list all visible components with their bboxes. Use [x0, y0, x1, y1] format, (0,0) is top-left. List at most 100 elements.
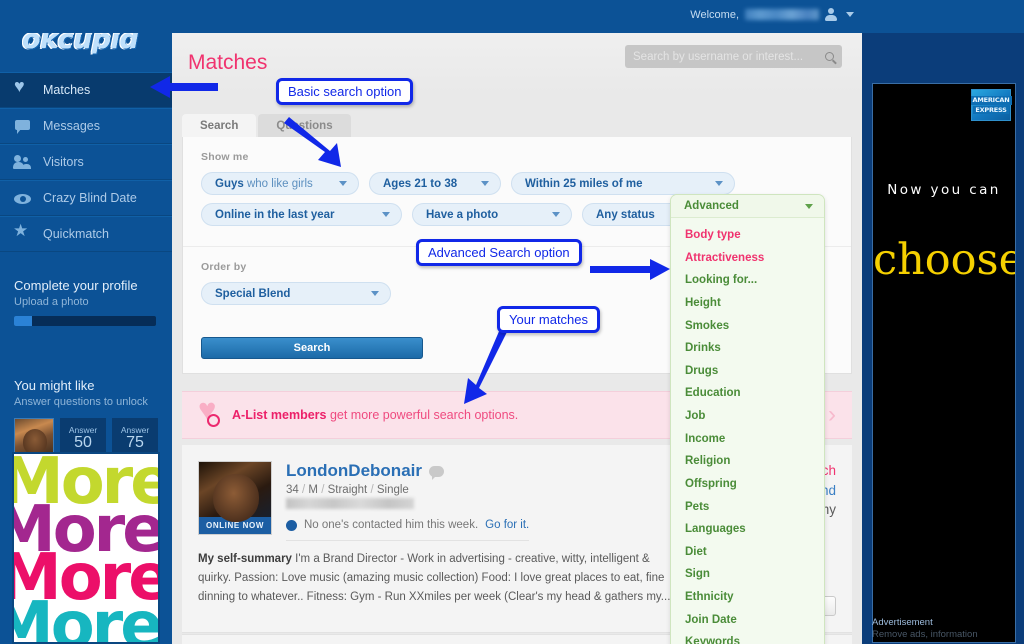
go-for-it-link[interactable]: Go for it.: [485, 519, 529, 531]
callout-advanced-search: Advanced Search option: [416, 239, 582, 266]
self-summary-label: My self-summary: [198, 553, 292, 565]
advanced-item-keywords[interactable]: Keywords: [671, 631, 824, 644]
match-result-identity: LondonDebonair 34 / M / Straight / Singl…: [286, 461, 530, 541]
complete-profile-subtitle[interactable]: Upload a photo: [14, 296, 158, 308]
complete-profile-block: Complete your profile Upload a photo: [0, 262, 172, 326]
chevron-down-icon: [382, 212, 390, 217]
profile-progress-fill: [14, 316, 33, 326]
you-might-like-subtitle: Answer questions to unlock: [14, 396, 148, 408]
user-avatar-icon[interactable]: [825, 8, 837, 21]
search-input[interactable]: [633, 50, 821, 63]
sidebar-nav: Matches Messages Visitors Crazy Blind Da…: [0, 72, 172, 252]
filter-gender[interactable]: Guys who like girls: [201, 172, 359, 195]
complete-profile-title: Complete your profile: [14, 278, 138, 293]
chevron-down-icon: [552, 212, 560, 217]
filter-strong: Ages 21 to 38: [383, 177, 458, 190]
search-button[interactable]: Search: [201, 337, 423, 359]
chat-bubble-icon: [14, 118, 32, 134]
online-now-badge: ONLINE NOW: [199, 517, 271, 534]
advanced-item-diet[interactable]: Diet: [671, 541, 824, 564]
alist-rest: get more powerful search options.: [326, 408, 519, 422]
left-sidebar: okcupid Matches Messages Visitors Crazy …: [0, 0, 172, 644]
advanced-item-join-date[interactable]: Join Date: [671, 609, 824, 632]
global-search-box[interactable]: [625, 45, 842, 68]
sidebar-item-matches[interactable]: Matches: [0, 72, 172, 108]
filter-strong: Within 25 miles of me: [525, 177, 643, 190]
advertisement-caption: Advertisement Remove ads, information: [872, 617, 978, 641]
advanced-item-looking-for[interactable]: Looking for...: [671, 269, 824, 292]
advanced-item-education[interactable]: Education: [671, 382, 824, 405]
order-by-select[interactable]: Special Blend: [201, 282, 391, 305]
profile-photo[interactable]: ONLINE NOW: [198, 461, 272, 535]
chevron-down-icon: [481, 181, 489, 186]
advanced-dropdown-list: Body type Attractiveness Looking for... …: [671, 218, 824, 644]
sidebar-item-quickmatch[interactable]: Quickmatch: [0, 216, 172, 252]
alist-strong: A-List members: [232, 408, 327, 422]
advanced-item-smokes[interactable]: Smokes: [671, 315, 824, 338]
sidebar-item-label: Quickmatch: [43, 227, 109, 241]
tab-bar: Search Questions: [182, 114, 351, 139]
advanced-item-height[interactable]: Height: [671, 292, 824, 315]
promo-line-4: More: [14, 589, 160, 644]
sidebar-promo-image[interactable]: More More More More: [12, 452, 160, 644]
filter-strong: Online in the last year: [215, 208, 335, 221]
profile-username: LondonDebonair: [286, 461, 422, 480]
advanced-item-languages[interactable]: Languages: [671, 518, 824, 541]
eye-icon: [14, 190, 32, 206]
tab-label: Questions: [276, 120, 333, 132]
tab-label: Search: [200, 120, 239, 132]
advanced-item-ethnicity[interactable]: Ethnicity: [671, 586, 824, 609]
filter-strong: Any status: [596, 208, 655, 221]
sidebar-item-messages[interactable]: Messages: [0, 108, 172, 144]
show-me-label: Show me: [201, 151, 249, 163]
advanced-dropdown-header[interactable]: Advanced: [671, 195, 824, 218]
tab-questions[interactable]: Questions: [258, 114, 351, 139]
tab-search[interactable]: Search: [182, 114, 257, 139]
filter-age[interactable]: Ages 21 to 38: [369, 172, 501, 195]
people-icon: [13, 154, 32, 170]
chevron-down-icon: [371, 291, 379, 296]
advanced-item-sign[interactable]: Sign: [671, 563, 824, 586]
profile-age: 34: [286, 484, 299, 496]
sidebar-item-label: Visitors: [43, 155, 84, 169]
advanced-item-income[interactable]: Income: [671, 428, 824, 451]
user-menu[interactable]: Welcome,: [690, 8, 854, 21]
search-button-label: Search: [293, 342, 331, 354]
profile-orientation: Straight: [327, 484, 368, 496]
chevron-down-icon[interactable]: [846, 12, 854, 17]
profile-location-redacted: [286, 498, 414, 509]
search-icon[interactable]: [825, 52, 834, 61]
filter-last-online[interactable]: Online in the last year: [201, 203, 402, 226]
advanced-item-body-type[interactable]: Body type: [671, 224, 824, 247]
profile-meta: 34 / M / Straight / Single: [286, 484, 409, 496]
ad-rail: AMERICAN EXPRESS Now you can choose Adve…: [862, 33, 1024, 644]
username-redacted: [745, 9, 819, 20]
advanced-item-religion[interactable]: Religion: [671, 450, 824, 473]
profile-gender: M: [308, 484, 318, 496]
advertisement-label: Advertisement: [872, 617, 933, 629]
you-might-like-block: You might like Answer questions to unloc…: [0, 362, 172, 458]
chevron-down-icon: [805, 203, 813, 209]
order-by-value: Special Blend: [215, 287, 291, 300]
chevron-right-icon[interactable]: ›: [828, 403, 836, 427]
advanced-item-drinks[interactable]: Drinks: [671, 337, 824, 360]
advanced-item-drugs[interactable]: Drugs: [671, 360, 824, 383]
advertisement-sublabel[interactable]: Remove ads, information: [872, 629, 978, 641]
filter-strong: Have a photo: [426, 208, 499, 221]
sidebar-item-crazy-blind-date[interactable]: Crazy Blind Date: [0, 180, 172, 216]
filter-photo[interactable]: Have a photo: [412, 203, 572, 226]
callout-your-matches: Your matches: [497, 306, 601, 333]
okcupid-matches-page: okcupid Matches Messages Visitors Crazy …: [0, 0, 1024, 644]
advanced-item-pets[interactable]: Pets: [671, 496, 824, 519]
advanced-item-offspring[interactable]: Offspring: [671, 473, 824, 496]
advanced-item-attractiveness[interactable]: Attractiveness: [671, 247, 824, 270]
sidebar-item-visitors[interactable]: Visitors: [0, 144, 172, 180]
advanced-item-job[interactable]: Job: [671, 405, 824, 428]
sidebar-item-label: Messages: [43, 119, 100, 133]
chevron-down-icon: [715, 181, 723, 186]
message-bubble-icon[interactable]: [428, 465, 444, 480]
profile-username-link[interactable]: LondonDebonair: [286, 461, 529, 481]
chevron-down-icon: [339, 181, 347, 186]
filter-distance[interactable]: Within 25 miles of me: [511, 172, 735, 195]
advertisement-banner[interactable]: AMERICAN EXPRESS Now you can choose: [872, 83, 1016, 643]
